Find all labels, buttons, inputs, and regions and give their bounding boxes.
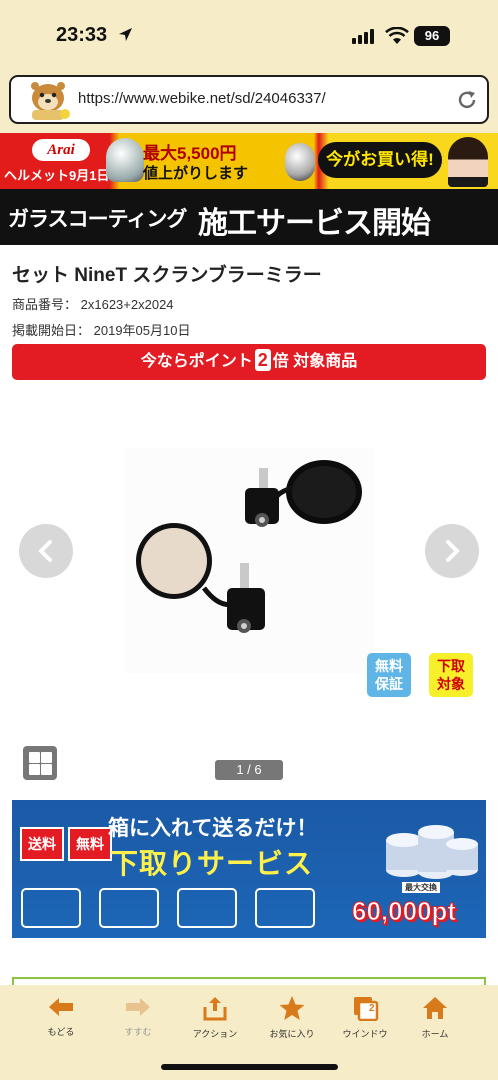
point-campaign-bar[interactable]: 今ならポイント 2 倍 対象商品 xyxy=(12,344,486,380)
star-icon xyxy=(279,996,305,1020)
back-label: もどる xyxy=(47,1027,75,1037)
helmet-price-banner[interactable]: Arai ヘルメット9月1日より 最大5,500円 値上がりします 今がお買い得… xyxy=(0,133,498,189)
gallery-prev-button[interactable] xyxy=(19,524,73,578)
free-warranty-badge: 無料 保証 xyxy=(367,653,411,697)
coating-banner-left: ガラスコーティング xyxy=(8,208,187,231)
battery-indicator: 96 xyxy=(414,26,450,46)
suspension-icon xyxy=(99,888,159,928)
status-bar: 23:33 96 xyxy=(0,0,498,72)
url-text[interactable]: https://www.webike.net/sd/24046337/ xyxy=(78,90,326,107)
max-exchange-caption: 最大交換 xyxy=(402,882,440,893)
forward-label: すすむ xyxy=(124,1027,152,1037)
free-shipping-tag-1: 送料 xyxy=(20,827,64,861)
trade-in-headline: 箱に入れて送るだけ！ xyxy=(108,817,318,840)
helmet-icon xyxy=(255,888,315,928)
helmet-image xyxy=(106,138,144,182)
glass-coating-banner[interactable]: ガラスコーティング 施工サービス開始 xyxy=(0,189,498,245)
trade-in-badge: 下取 対象 xyxy=(429,653,473,697)
home-indicator xyxy=(161,1064,338,1070)
jacket-icon xyxy=(177,888,237,928)
windows-label: ウインドウ xyxy=(342,1029,388,1039)
action-label: アクション xyxy=(192,1029,238,1039)
grid-icon xyxy=(41,752,52,763)
coating-banner-right: 施工サービス開始 xyxy=(198,207,431,240)
gallery-counter: 1 / 6 xyxy=(215,760,283,780)
coin-stack-icon xyxy=(386,825,478,879)
mirror-photo-illustration xyxy=(136,460,362,633)
product-number-value: 2x1623+2x2024 xyxy=(80,297,174,312)
point-campaign-post: 倍 対象商品 xyxy=(272,353,358,370)
windows-button[interactable]: 2 ウインドウ xyxy=(328,995,402,1040)
content-box xyxy=(12,977,486,985)
chevron-left-icon xyxy=(38,540,52,562)
action-button[interactable]: アクション xyxy=(178,995,252,1040)
location-arrow-icon xyxy=(119,28,132,41)
share-icon xyxy=(203,997,227,1021)
listing-date-value: 2019年05月10日 xyxy=(93,323,191,338)
trade-in-service-banner[interactable]: 送料 無料 箱に入れて送るだけ！ 下取りサービス 最大交換 60,000pt xyxy=(12,800,486,938)
arrow-left-icon xyxy=(49,998,73,1016)
product-number: 商品番号： 2x1623+2x2024 xyxy=(12,294,174,313)
wifi-icon xyxy=(385,27,409,44)
cellular-signal-icon xyxy=(352,29,374,44)
trade-in-title: 下取りサービス xyxy=(110,848,314,879)
grid-icon xyxy=(29,752,40,763)
muffler-icon xyxy=(21,888,81,928)
point-campaign-pre: 今ならポイント xyxy=(140,353,253,370)
helmet-image-2 xyxy=(285,143,315,181)
home-label: ホーム xyxy=(421,1029,449,1039)
product-title: セット NineT スクランブラーミラー xyxy=(12,265,322,286)
home-button[interactable]: ホーム xyxy=(398,995,472,1040)
banner-price: 最大5,500円 xyxy=(143,144,237,163)
max-points: 60,000pt xyxy=(351,896,457,927)
web-page: Arai ヘルメット9月1日より 最大5,500円 値上がりします 今がお買い得… xyxy=(0,133,498,985)
point-multiplier: 2 xyxy=(254,349,271,371)
product-number-label: 商品番号： xyxy=(12,297,78,312)
chevron-right-icon xyxy=(446,540,460,562)
forward-button[interactable]: すすむ xyxy=(101,995,175,1038)
gallery-next-button[interactable] xyxy=(425,524,479,578)
windows-count: 2 xyxy=(369,1003,375,1014)
listing-date-label: 掲載開始日： xyxy=(12,323,91,338)
address-bar[interactable]: https://www.webike.net/sd/24046337/ xyxy=(9,75,489,124)
arai-logo: Arai xyxy=(32,139,90,161)
banner-price-sub: 値上がりします xyxy=(143,165,249,182)
grid-icon xyxy=(29,764,40,775)
free-shipping-tag-2: 無料 xyxy=(68,827,112,861)
favorites-button[interactable]: お気に入り xyxy=(255,995,329,1040)
product-photo[interactable] xyxy=(124,448,374,673)
model-photo xyxy=(448,137,488,187)
arrow-right-icon xyxy=(126,998,150,1016)
back-button[interactable]: もどる xyxy=(24,995,98,1038)
grid-icon xyxy=(41,764,52,775)
home-icon xyxy=(423,997,447,1019)
browser-mascot-icon xyxy=(31,82,70,120)
reload-icon[interactable] xyxy=(456,89,478,111)
favorites-label: お気に入り xyxy=(269,1029,315,1039)
listing-date: 掲載開始日： 2019年05月10日 xyxy=(12,320,190,339)
banner-deal: 今がお買い得! xyxy=(318,142,442,178)
status-time: 23:33 xyxy=(56,24,108,46)
gallery-grid-button[interactable] xyxy=(23,746,57,780)
